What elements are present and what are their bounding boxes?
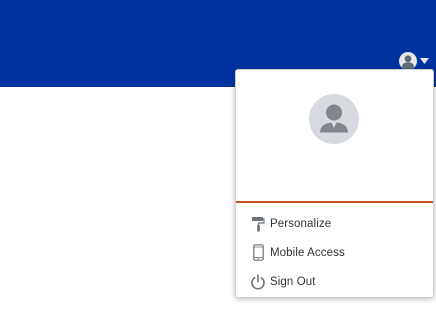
profile-area (236, 70, 433, 201)
menu-item-sign-out[interactable]: Sign Out (236, 267, 433, 296)
menu-item-label: Sign Out (270, 275, 316, 288)
power-icon (248, 272, 268, 292)
user-menu-list: Personalize Mobile Access Sign Out (236, 209, 433, 296)
user-avatar-icon (399, 52, 417, 70)
menu-item-personalize[interactable]: Personalize (236, 209, 433, 238)
paint-roller-icon (248, 214, 268, 234)
menu-item-label: Personalize (270, 217, 332, 230)
page: Personalize Mobile Access Sign Out (0, 0, 436, 327)
user-dropdown-menu: Personalize Mobile Access Sign Out (235, 69, 434, 298)
caret-down-icon (420, 58, 429, 64)
user-menu-toggle[interactable] (399, 52, 429, 70)
user-avatar-icon (309, 94, 359, 144)
menu-item-mobile-access[interactable]: Mobile Access (236, 238, 433, 267)
mobile-phone-icon (248, 243, 268, 263)
menu-divider (236, 201, 433, 203)
menu-item-label: Mobile Access (270, 246, 345, 259)
